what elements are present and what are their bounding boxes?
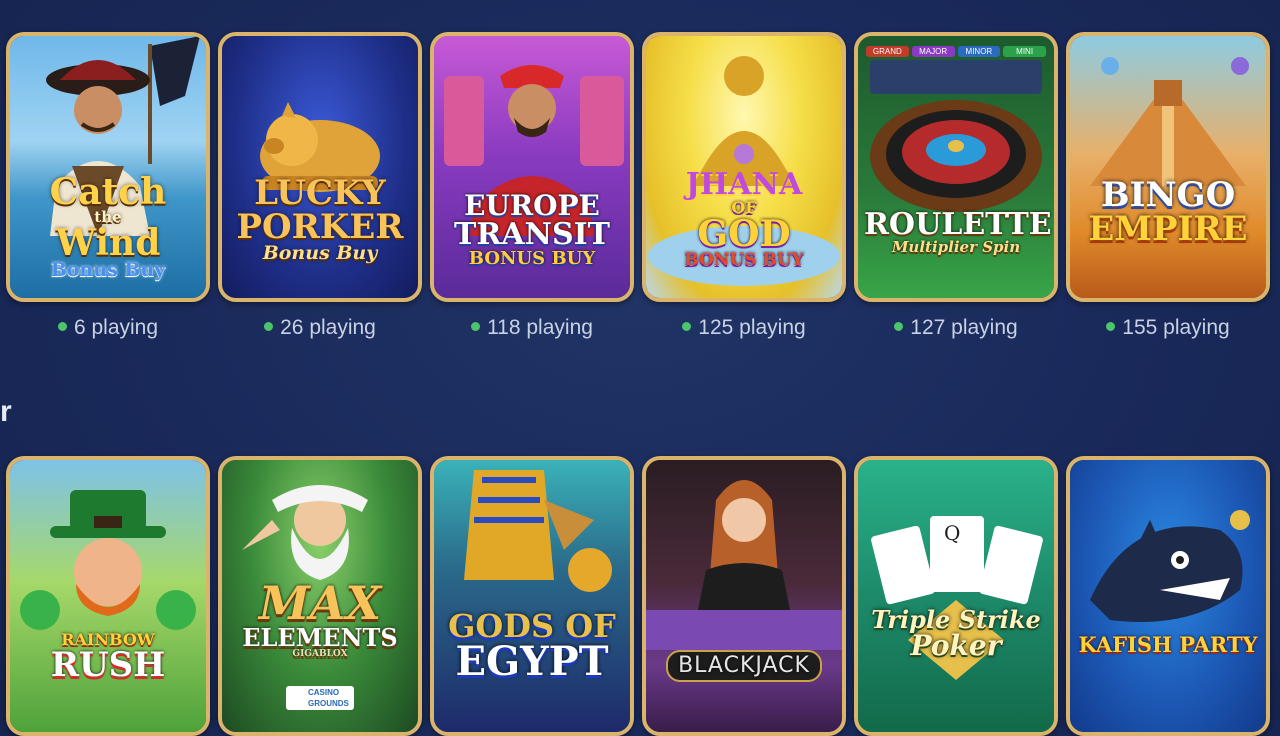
game-title: RAINBOW RUSH: [50, 630, 166, 685]
online-dot-icon: [57, 321, 67, 331]
players-count: 125 playing: [642, 316, 846, 340]
online-dot-icon: [1106, 321, 1116, 331]
game-title: MAX ELEMENTS GIGABLOX: [242, 576, 398, 659]
game-card-roulette-multiplier-spin[interactable]: GRAND MAJOR MINOR MINI ROULETTE Multipli…: [854, 32, 1058, 302]
section-heading: r: [0, 395, 12, 428]
provider-badge: CASINO GROUNDS: [286, 686, 354, 710]
game-title: Triple Strike Poker: [871, 605, 1041, 662]
game-title: JHANA OF GOD BONUS BUY: [684, 167, 804, 270]
online-dot-icon: [471, 321, 481, 331]
game-card-gods-of-egypt[interactable]: GODS OF EGYPT: [430, 456, 634, 736]
shark-illustration: [1090, 510, 1250, 622]
players-count: 127 playing: [854, 316, 1058, 340]
game-title: Catch the Wind Bonus Buy: [49, 171, 167, 281]
game-thumbnail: Q: [858, 460, 1054, 732]
game-thumbnail: [1070, 36, 1266, 298]
game-row-second: RAINBOW RUSH MAX ELEMENTS GIGABLOX CASIN…: [0, 456, 1280, 736]
game-thumbnail: [1070, 460, 1266, 732]
dealer-illustration: [646, 480, 842, 650]
game-card-jhana-of-god[interactable]: JHANA OF GOD BONUS BUY: [642, 32, 846, 302]
game-card-europe-transit[interactable]: EUROPE TRANSIT BONUS BUY: [430, 32, 634, 302]
game-title: EUROPE TRANSIT BONUS BUY: [454, 189, 610, 269]
game-card-rainbow-rush[interactable]: RAINBOW RUSH: [6, 456, 210, 736]
game-thumbnail: [10, 460, 206, 732]
game-thumbnail: GRAND MAJOR MINOR MINI: [858, 36, 1054, 298]
game-card-lucky-porker[interactable]: LUCKY PORKER Bonus Buy: [218, 32, 422, 302]
game-thumbnail: [646, 460, 842, 732]
roulette-wheel-illustration: [870, 60, 1042, 212]
game-card-kafish-party[interactable]: KAFISH PARTY: [1066, 456, 1270, 736]
players-count: 118 playing: [430, 316, 634, 340]
online-dot-icon: [894, 321, 904, 331]
players-count: 155 playing: [1066, 316, 1270, 340]
online-dot-icon: [682, 321, 692, 331]
game-card-bingo-empire[interactable]: BINGO EMPIRE: [1066, 32, 1270, 302]
game-title: BINGO EMPIRE: [1088, 175, 1248, 249]
game-title: GODS OF EGYPT: [448, 607, 616, 685]
game-card-triple-strike-poker[interactable]: Q Triple Strike Poker: [854, 456, 1058, 736]
pyramid-illustration: [1090, 57, 1249, 186]
playing-cards-illustration: Q: [871, 516, 1043, 680]
pharaoh-illustration: [464, 470, 612, 592]
game-title: ROULETTE Multiplier Spin: [864, 207, 1052, 256]
game-title: LUCKY PORKER Bonus Buy: [236, 173, 404, 264]
leprechaun-illustration: [20, 490, 196, 630]
game-thumbnail: [434, 460, 630, 732]
players-count: 26 playing: [218, 316, 422, 340]
online-dot-icon: [264, 321, 274, 331]
svg-text:Q: Q: [944, 521, 960, 545]
game-card-catch-the-wind[interactable]: Catch the Wind Bonus Buy: [6, 32, 210, 302]
game-card-max-elements[interactable]: MAX ELEMENTS GIGABLOX CASINO GROUNDS: [218, 456, 422, 736]
game-card-blackjack[interactable]: BLACKJACK: [642, 456, 846, 736]
players-count: 6 playing: [6, 316, 210, 340]
game-title: KAFISH PARTY: [1078, 632, 1258, 657]
game-row-popular: Catch the Wind Bonus Buy 6 playing LUCKY…: [0, 32, 1280, 339]
game-title: BLACKJACK: [652, 650, 836, 682]
